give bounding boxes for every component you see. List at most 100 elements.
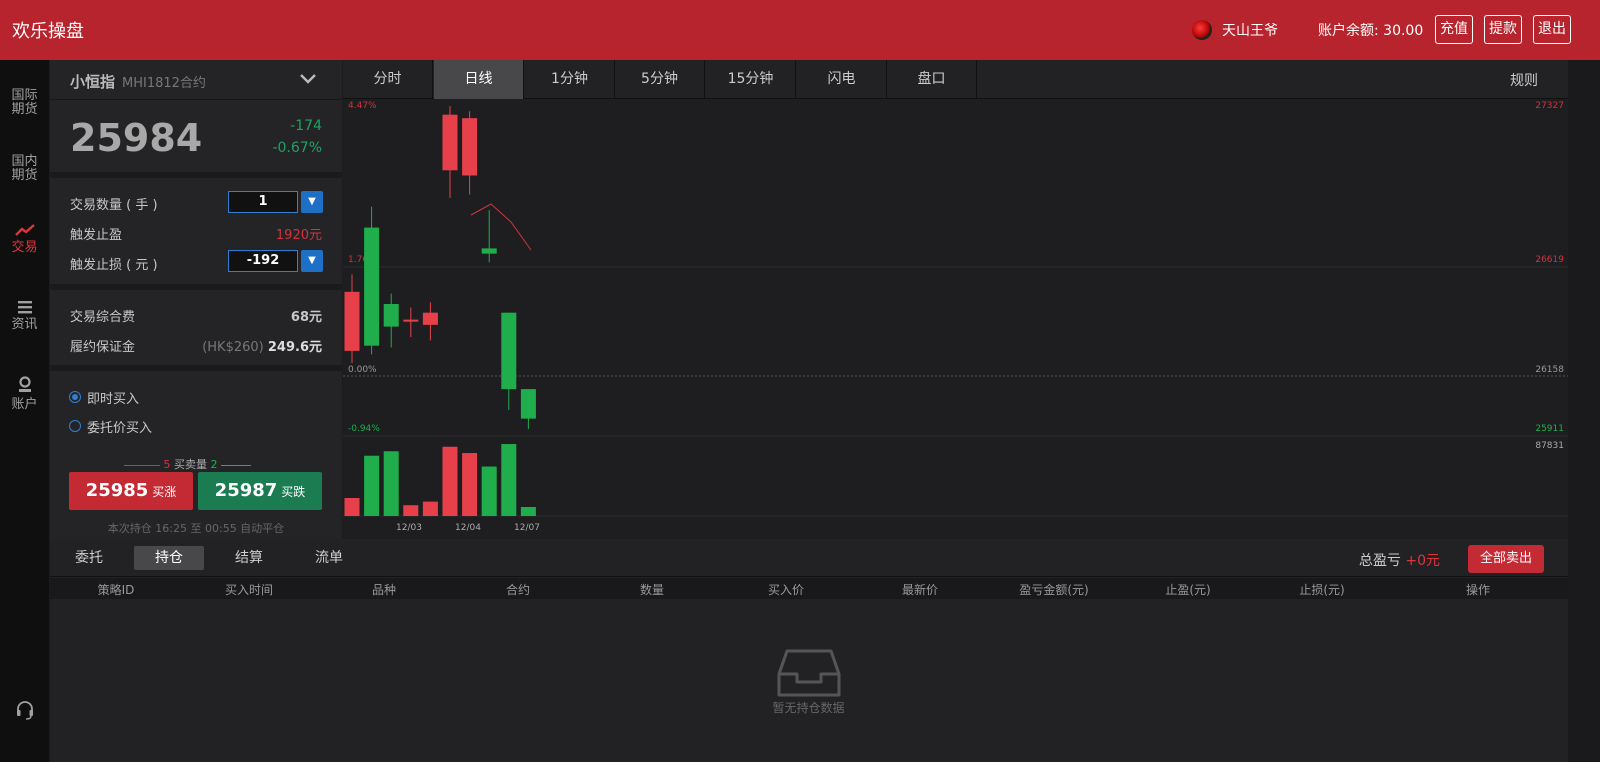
fee-value: 68元 [290,310,322,325]
positions-panel: 委托 持仓 结算 流单 总盈亏 +0元 全部卖出 策略ID 买入时间 品种 合约… [50,539,1568,762]
divider [50,284,342,290]
logout-button[interactable]: 退出 [1533,15,1571,44]
qty-input[interactable]: 1 [228,191,298,213]
tab-positions[interactable]: 持仓 [134,546,204,570]
tab-15min[interactable]: 15分钟 [706,60,796,99]
tab-5min[interactable]: 5分钟 [615,60,705,99]
sell-all-button[interactable]: 全部卖出 [1468,545,1544,573]
volume-bar [344,498,360,516]
candle-body [520,389,536,419]
y-right-label: 27327 [1535,101,1564,111]
side-nav: 国际 期货 国内 期货 交易 资讯 账户 [0,60,49,762]
buy-down-label: 买跌 [281,485,306,499]
col-last-price: 最新价 [901,583,939,597]
candle-body [462,118,478,176]
candle-body [501,312,517,390]
avatar[interactable] [1192,20,1212,40]
fee-label: 交易综合费 [70,310,136,325]
market-order-radio[interactable] [69,391,81,403]
sell-volume-bar [221,464,251,466]
nav-international-label-2: 期货 [11,102,38,117]
volume-bar [462,453,478,516]
y-right-label: 25911 [1535,424,1564,434]
stop-loss-input[interactable]: -192 [228,250,298,272]
col-buy-time: 买入时间 [224,583,274,597]
tab-lightning[interactable]: 闪电 [797,60,887,99]
limit-order-label[interactable]: 委托价买入 [87,417,152,436]
volume-bar [520,507,536,516]
chevron-down-icon[interactable] [299,73,317,85]
volume-bar [364,455,380,516]
y-left-label: 0.00% [348,365,377,375]
nav-account[interactable]: 账户 [0,376,49,412]
nav-news[interactable]: 资讯 [0,300,49,332]
col-stop-loss: 止损(元) [1299,583,1345,597]
tab-settlement[interactable]: 结算 [214,546,284,570]
x-tick-label: 12/07 [514,523,540,533]
tab-flow[interactable]: 流单 [294,546,364,570]
volume-bar [422,501,438,516]
x-tick-label: 12/03 [396,523,422,533]
volume-label: 买卖量 [174,458,207,471]
nav-news-label: 资讯 [11,317,38,332]
tab-1min[interactable]: 1分钟 [525,60,615,99]
margin-values: (HK$260) 249.6元 [202,336,322,355]
limit-order-radio[interactable] [69,420,81,432]
total-pnl-label: 总盈亏 [1358,553,1401,569]
nav-international-futures[interactable]: 国际 期货 [0,89,49,117]
buy-down-price: 25987 [214,480,278,501]
qty-dropdown-button[interactable]: ▼ [301,191,323,213]
x-tick-label: 12/04 [455,523,481,533]
tab-timeshare[interactable]: 分时 [343,60,433,99]
margin-hk: (HK$260) [202,340,264,355]
candle-body [442,114,458,171]
divider [50,365,342,371]
trend-icon [14,224,35,236]
headset-icon[interactable] [15,700,35,720]
volume-max-label: 87831 [1535,441,1564,451]
volume-bar [501,444,517,516]
take-profit-value: 1920元 [275,228,322,243]
volume-bar [442,446,458,516]
tab-orders[interactable]: 委托 [54,546,124,570]
col-quantity: 数量 [639,583,665,597]
empty-message: 暂无持仓数据 [772,701,845,715]
volume-bar [383,451,399,516]
account-balance: 账户余额: 30.00 [1318,23,1424,39]
col-pnl: 盈亏金额(元) [1019,583,1089,597]
y-right-label: 26619 [1535,255,1564,265]
chart-tabs: 分时 日线 1分钟 5分钟 15分钟 闪电 盘口 规则 [343,60,1568,99]
withdraw-button[interactable]: 提款 [1484,15,1522,44]
buy-volume: 5 [163,458,171,471]
buy-up-button[interactable]: 25985 买涨 [69,472,193,510]
deposit-button[interactable]: 充值 [1435,15,1473,44]
contract-selector[interactable]: 小恒指 MHI1812合约 [50,60,342,100]
tab-daily[interactable]: 日线 [434,60,524,99]
y-left-label: -0.94% [348,424,380,434]
contract-name: 小恒指 [70,73,116,91]
col-take-profit: 止盈(元) [1165,583,1211,597]
candle-body [344,291,360,351]
user-name[interactable]: 天山王爷 [1222,20,1278,40]
market-order-label[interactable]: 即时买入 [87,388,139,407]
nav-trade-label: 交易 [11,240,38,255]
candlestick-chart[interactable]: 4.47%1.76%0.00%-0.94%2732726619261582591… [343,100,1568,538]
buy-up-label: 买涨 [152,485,177,499]
tab-orderbook[interactable]: 盘口 [887,60,977,99]
y-right-label: 26158 [1535,365,1564,375]
take-profit-label: 触发止盈 [70,228,123,243]
stop-loss-dropdown-button[interactable]: ▼ [301,250,323,272]
nav-domestic-futures[interactable]: 国内 期货 [0,155,49,183]
nav-account-label: 账户 [11,397,38,412]
rules-link[interactable]: 规则 [1510,70,1538,90]
candle-body [481,248,497,254]
list-icon [17,301,32,314]
y-left-label: 4.47% [348,101,377,111]
nav-domestic-label-2: 期货 [11,168,38,183]
margin-value: 249.6元 [267,340,322,355]
nav-trade[interactable]: 交易 [0,223,49,255]
buy-down-button[interactable]: 25987 买跌 [198,472,322,510]
total-pnl: 总盈亏 +0元 [1359,550,1440,570]
candle-body [364,227,380,346]
margin-label: 履约保证金 [70,340,136,355]
